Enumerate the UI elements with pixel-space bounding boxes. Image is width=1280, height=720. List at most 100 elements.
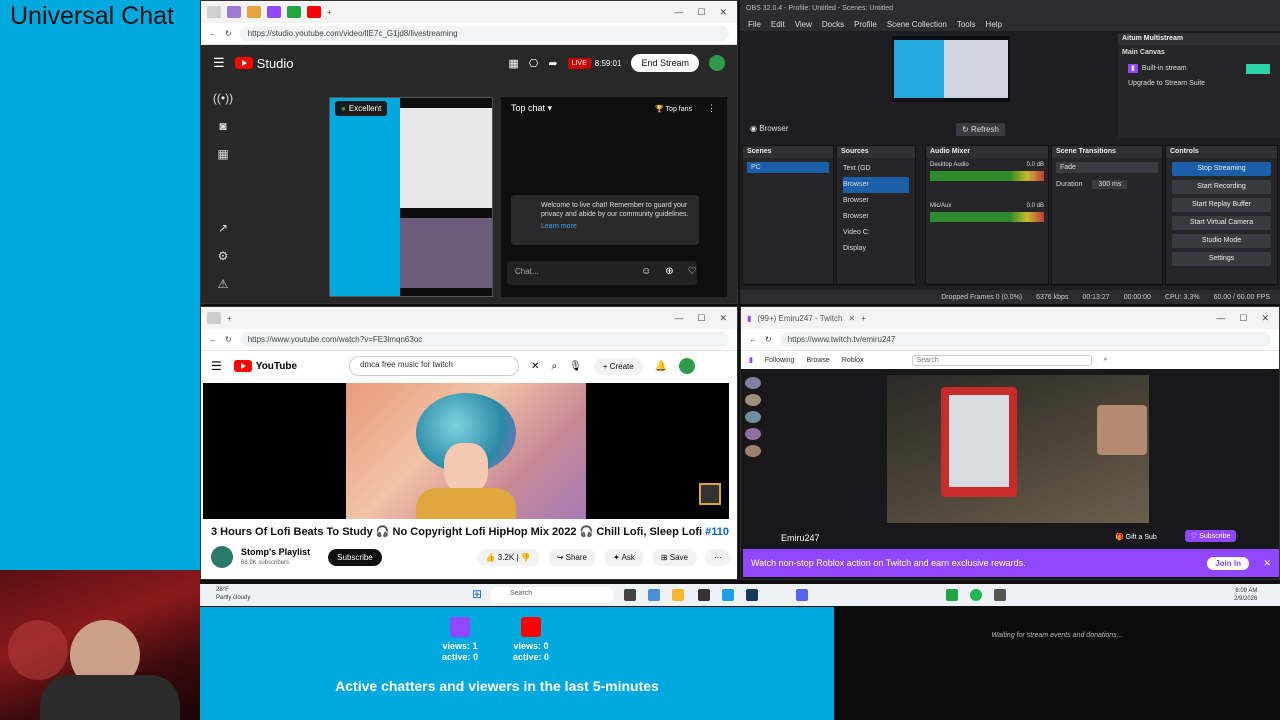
reload-icon[interactable]: ↻: [225, 335, 232, 344]
tab-icon[interactable]: [287, 6, 301, 18]
menu-item[interactable]: Edit: [771, 20, 785, 29]
gear-icon[interactable]: ⚙: [218, 249, 229, 263]
clock[interactable]: 6:09 AM 2/9/2026: [1234, 587, 1257, 603]
add-icon[interactable]: ⊕: [665, 266, 673, 277]
steam-icon[interactable]: [746, 589, 758, 601]
windows-start-icon[interactable]: ⊞: [472, 587, 482, 601]
taskview-icon[interactable]: [624, 589, 636, 601]
source-item[interactable]: Browser: [843, 177, 909, 193]
refresh-button[interactable]: ↻ Refresh: [956, 123, 1005, 136]
tab-icon[interactable]: [247, 6, 261, 18]
reload-icon[interactable]: ↻: [225, 29, 232, 38]
subscribe-button[interactable]: Subscribe: [328, 548, 382, 566]
search-input[interactable]: dmca free music for twitch: [349, 356, 520, 376]
spotify-icon[interactable]: [970, 589, 982, 601]
taskbar-search[interactable]: Search: [490, 587, 614, 603]
menu-item[interactable]: Tools: [957, 20, 976, 29]
chat-mode-dropdown[interactable]: Top chat ▾: [511, 103, 552, 114]
save-button[interactable]: ⊞ Save: [651, 548, 697, 566]
share-button[interactable]: ↪ Share: [547, 548, 596, 566]
gift-sub-button[interactable]: 🎁 Gift a Sub: [1115, 533, 1157, 541]
browser-icon[interactable]: [722, 589, 734, 601]
obs-icon[interactable]: [698, 589, 710, 601]
stream-toggle[interactable]: [1246, 64, 1270, 74]
subscribe-button[interactable]: ♡ Subscribe: [1185, 530, 1237, 542]
avatar[interactable]: [709, 55, 725, 71]
start-recording-button[interactable]: Start Recording: [1172, 180, 1271, 194]
source-item[interactable]: Display: [843, 241, 909, 257]
more-options-icon[interactable]: ⋯: [705, 548, 731, 566]
back-icon[interactable]: ←: [209, 335, 217, 344]
start-replay-buffer-button[interactable]: Start Replay Buffer: [1172, 198, 1271, 212]
channel-avatar[interactable]: [745, 411, 761, 423]
camera-icon[interactable]: ◙: [219, 119, 226, 133]
minimize-icon[interactable]: —: [674, 7, 683, 18]
menu-icon[interactable]: ☰: [211, 359, 222, 373]
hashtag-link[interactable]: #110: [705, 526, 729, 538]
back-icon[interactable]: ←: [749, 335, 757, 344]
nav-following[interactable]: Following: [765, 357, 795, 364]
menu-item[interactable]: Docks: [822, 20, 844, 29]
search-icon[interactable]: ⌕: [551, 361, 557, 372]
calendar-icon[interactable]: ▦: [217, 147, 228, 161]
channel-name[interactable]: Stomp's Playlist: [241, 547, 310, 557]
twitch-video-player[interactable]: [887, 375, 1149, 523]
tab-icon[interactable]: [227, 6, 241, 18]
maximize-icon[interactable]: ☐: [697, 7, 705, 18]
back-icon[interactable]: ←: [209, 29, 217, 38]
close-icon[interactable]: ✕: [719, 7, 727, 18]
maximize-icon[interactable]: ☐: [697, 313, 705, 324]
streamer-name[interactable]: Emiru247: [781, 533, 820, 543]
nav-browse[interactable]: Browse: [806, 357, 829, 364]
start-virtual-camera-button[interactable]: Start Virtual Camera: [1172, 216, 1271, 230]
like-button[interactable]: 👍 3.2K | 👎: [476, 548, 540, 566]
menu-item[interactable]: Help: [986, 20, 1002, 29]
channel-avatar[interactable]: [745, 394, 761, 406]
address-bar[interactable]: https://www.youtube.com/watch?v=FE3lmqn6…: [239, 332, 729, 347]
heart-icon[interactable]: ♡: [688, 266, 697, 277]
twitch-logo-icon[interactable]: ▮: [749, 356, 753, 364]
edge-icon[interactable]: [648, 589, 660, 601]
menu-item[interactable]: Scene Collection: [887, 20, 947, 29]
minimize-icon[interactable]: —: [1216, 313, 1225, 324]
source-item[interactable]: Video C:: [843, 225, 909, 241]
scene-item[interactable]: PC: [747, 162, 829, 173]
duration-input[interactable]: 300 ms: [1092, 180, 1128, 189]
nav-roblox[interactable]: Roblox: [842, 357, 864, 364]
share-icon[interactable]: ➦: [548, 57, 557, 70]
close-icon[interactable]: ✕: [1261, 313, 1269, 324]
create-button[interactable]: + Create: [593, 357, 643, 375]
reload-icon[interactable]: ↻: [765, 335, 772, 344]
top-fans-button[interactable]: 🏆 Top fans: [655, 105, 692, 113]
video-player[interactable]: [203, 383, 729, 519]
live-broadcast-icon[interactable]: ((•)): [213, 91, 233, 105]
menu-item[interactable]: Profile: [854, 20, 877, 29]
source-item[interactable]: Browser: [843, 209, 909, 225]
file-explorer-icon[interactable]: [672, 589, 684, 601]
channel-avatar[interactable]: [745, 445, 761, 457]
weather-widget[interactable]: 28°F Partly cloudy: [216, 586, 250, 602]
close-tab-icon[interactable]: ✕: [848, 314, 855, 323]
youtube-tab-icon[interactable]: [307, 6, 321, 18]
learn-more-link[interactable]: Learn more: [541, 222, 691, 231]
channel-watermark-icon[interactable]: [699, 483, 721, 505]
join-in-button[interactable]: Join In: [1207, 556, 1249, 570]
tab-icon[interactable]: [207, 312, 221, 324]
menu-icon[interactable]: ☰: [213, 55, 225, 71]
excel-icon[interactable]: [946, 589, 958, 601]
stop-streaming-button[interactable]: Stop Streaming: [1172, 162, 1271, 176]
tab-icon[interactable]: [207, 6, 221, 18]
settings-button[interactable]: Settings: [1172, 252, 1271, 266]
external-link-icon[interactable]: ↗: [218, 221, 228, 235]
chat-app-icon[interactable]: [994, 589, 1006, 601]
minimize-icon[interactable]: —: [674, 313, 683, 324]
search-input[interactable]: Search: [911, 354, 1092, 366]
more-options-icon[interactable]: ⋮: [707, 103, 716, 114]
maximize-icon[interactable]: ☐: [1239, 313, 1247, 324]
transition-select[interactable]: Fade: [1056, 162, 1158, 173]
address-bar[interactable]: https://studio.youtube.com/video/lIE7c_G…: [239, 26, 729, 41]
new-tab-icon[interactable]: +: [861, 314, 866, 323]
tab-title[interactable]: (99+) Emiru247 - Twitch: [757, 314, 842, 323]
mic-icon[interactable]: 🎙: [569, 361, 582, 372]
close-icon[interactable]: ✕: [719, 313, 727, 324]
